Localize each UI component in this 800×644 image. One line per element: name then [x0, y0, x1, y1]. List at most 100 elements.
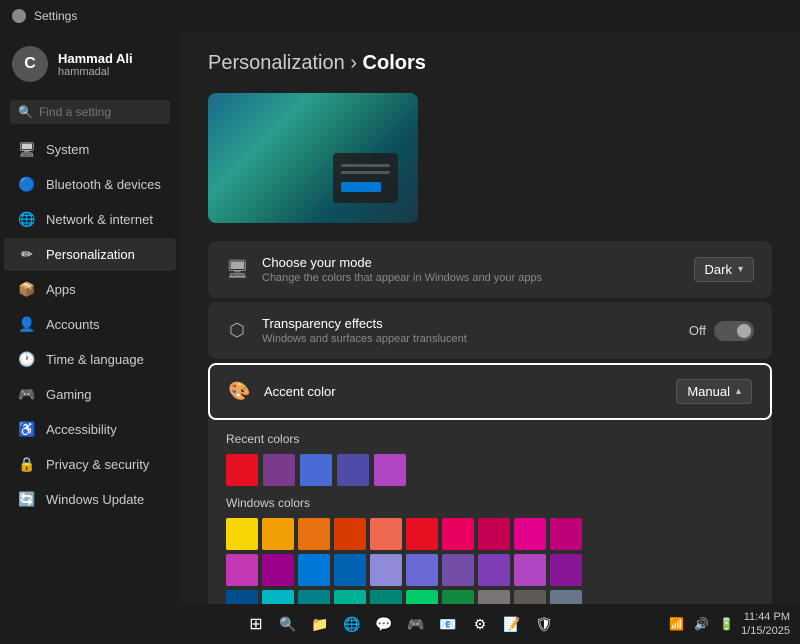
- windows-color-swatch[interactable]: [226, 518, 258, 550]
- setting-left: ⬡ Transparency effects Windows and surfa…: [226, 316, 467, 345]
- windows-color-swatch[interactable]: [442, 554, 474, 586]
- breadcrumb-parent: Personalization: [208, 52, 345, 74]
- windows-color-swatch[interactable]: [442, 518, 474, 550]
- windows-icon: ⊞: [249, 614, 262, 634]
- gaming-icon: 🎮: [18, 386, 36, 403]
- sidebar-item-accessibility[interactable]: ♿ Accessibility: [4, 413, 176, 446]
- windows-color-swatch[interactable]: [334, 554, 366, 586]
- volume-icon[interactable]: 🔊: [691, 615, 712, 633]
- personalization-icon: ✏: [18, 246, 36, 263]
- windows-color-swatch[interactable]: [514, 590, 546, 604]
- windows-color-swatch[interactable]: [262, 590, 294, 604]
- windows-color-swatch[interactable]: [478, 518, 510, 550]
- recent-color-swatch[interactable]: [337, 454, 369, 486]
- accent-header-left: 🎨 Accent color: [228, 381, 336, 402]
- setting-title: Transparency effects: [262, 316, 467, 331]
- time-icon: 🕐: [18, 351, 36, 368]
- sidebar-item-label: Network & internet: [46, 212, 153, 227]
- file-explorer-button[interactable]: 📁: [306, 610, 334, 638]
- windows-color-swatch[interactable]: [334, 590, 366, 604]
- recent-color-swatch[interactable]: [300, 454, 332, 486]
- transparency-toggle[interactable]: [714, 321, 754, 341]
- search-box[interactable]: 🔍: [10, 100, 170, 124]
- windows-color-swatch[interactable]: [334, 518, 366, 550]
- accent-value: Manual: [687, 384, 730, 399]
- mode-value: Dark: [705, 262, 732, 277]
- windows-color-swatch[interactable]: [262, 518, 294, 550]
- start-button[interactable]: ⊞: [242, 610, 270, 638]
- sidebar-item-bluetooth[interactable]: 🔵 Bluetooth & devices: [4, 168, 176, 201]
- accent-color-section: 🎨 Accent color Manual ▴ Recent colors Wi…: [208, 363, 772, 604]
- sidebar-item-label: Bluetooth & devices: [46, 177, 161, 192]
- recent-colors-label: Recent colors: [226, 432, 754, 446]
- bluetooth-icon: 🔵: [18, 176, 36, 193]
- windows-color-swatch[interactable]: [514, 554, 546, 586]
- sidebar-item-label: System: [46, 142, 89, 157]
- windows-color-swatch[interactable]: [226, 590, 258, 604]
- sidebar-item-label: Accounts: [46, 317, 99, 332]
- windows-color-swatch[interactable]: [550, 590, 582, 604]
- breadcrumb-separator: ›: [350, 52, 362, 74]
- recent-color-swatch[interactable]: [263, 454, 295, 486]
- edge-button[interactable]: 🌐: [338, 610, 366, 638]
- windows-color-swatch[interactable]: [298, 554, 330, 586]
- clock-date: 1/15/2025: [741, 624, 790, 638]
- windows-color-swatch[interactable]: [370, 590, 402, 604]
- sidebar-item-update[interactable]: 🔄 Windows Update: [4, 483, 176, 516]
- windows-color-swatch[interactable]: [406, 554, 438, 586]
- windows-color-swatch[interactable]: [550, 554, 582, 586]
- windows-color-swatch[interactable]: [226, 554, 258, 586]
- setting-texts: Choose your mode Change the colors that …: [262, 255, 542, 284]
- sidebar-item-apps[interactable]: 📦 Apps: [4, 273, 176, 306]
- search-taskbar-button[interactable]: 🔍: [274, 610, 302, 638]
- sidebar-item-time[interactable]: 🕐 Time & language: [4, 343, 176, 376]
- windows-color-swatch[interactable]: [370, 518, 402, 550]
- windows-color-swatch[interactable]: [442, 590, 474, 604]
- recent-color-swatch[interactable]: [226, 454, 258, 486]
- store-button[interactable]: 📝: [498, 610, 526, 638]
- mode-dropdown[interactable]: Dark ▾: [694, 257, 754, 282]
- apps-icon: 📦: [18, 281, 36, 298]
- taskbar-right: 📶 🔊 🔋 11:44 PM 1/15/2025: [666, 610, 790, 639]
- mode-dropdown-container: Dark ▾: [694, 257, 754, 282]
- setting-description: Windows and surfaces appear translucent: [262, 333, 467, 345]
- search-input[interactable]: [39, 105, 162, 119]
- security-button[interactable]: 🛡: [530, 610, 558, 638]
- theme-preview: [208, 93, 418, 223]
- windows-color-swatch[interactable]: [262, 554, 294, 586]
- windows-color-swatch[interactable]: [514, 518, 546, 550]
- settings-taskbar-button[interactable]: ⚙: [466, 610, 494, 638]
- windows-color-swatch[interactable]: [478, 590, 510, 604]
- preview-button: [341, 182, 381, 192]
- sidebar-item-system[interactable]: 🖥 System: [4, 133, 176, 166]
- windows-color-swatch[interactable]: [550, 518, 582, 550]
- battery-icon[interactable]: 🔋: [716, 615, 737, 633]
- windows-color-swatch[interactable]: [298, 590, 330, 604]
- title-bar: Settings: [0, 0, 800, 32]
- windows-color-swatch[interactable]: [370, 554, 402, 586]
- windows-color-swatch[interactable]: [406, 590, 438, 604]
- setting-left: 🖥 Choose your mode Change the colors tha…: [226, 255, 542, 284]
- sidebar: C Hammad Ali hammadal 🔍 🖥 System 🔵 Bluet…: [0, 32, 180, 604]
- system-clock[interactable]: 11:44 PM 1/15/2025: [741, 610, 790, 639]
- user-info: Hammad Ali hammadal: [58, 51, 133, 78]
- windows-color-swatch[interactable]: [478, 554, 510, 586]
- windows-color-swatch[interactable]: [406, 518, 438, 550]
- setting-texts: Transparency effects Windows and surface…: [262, 316, 467, 345]
- accent-header[interactable]: 🎨 Accent color Manual ▴: [208, 363, 772, 420]
- accent-icon: 🎨: [228, 381, 250, 402]
- xbox-button[interactable]: 🎮: [402, 610, 430, 638]
- network-tray-icon[interactable]: 📶: [666, 615, 687, 633]
- mail-button[interactable]: 📧: [434, 610, 462, 638]
- sidebar-item-accounts[interactable]: 👤 Accounts: [4, 308, 176, 341]
- sidebar-item-gaming[interactable]: 🎮 Gaming: [4, 378, 176, 411]
- accent-dropdown[interactable]: Manual ▴: [676, 379, 752, 404]
- sidebar-item-personalization[interactable]: ✏ Personalization: [4, 238, 176, 271]
- windows-color-swatch[interactable]: [298, 518, 330, 550]
- sidebar-item-network[interactable]: 🌐 Network & internet: [4, 203, 176, 236]
- user-profile[interactable]: C Hammad Ali hammadal: [0, 32, 180, 96]
- content-area: Personalization › Colors 🖥 Choose your m…: [180, 32, 800, 604]
- chat-button[interactable]: 💬: [370, 610, 398, 638]
- sidebar-item-privacy[interactable]: 🔒 Privacy & security: [4, 448, 176, 481]
- recent-color-swatch[interactable]: [374, 454, 406, 486]
